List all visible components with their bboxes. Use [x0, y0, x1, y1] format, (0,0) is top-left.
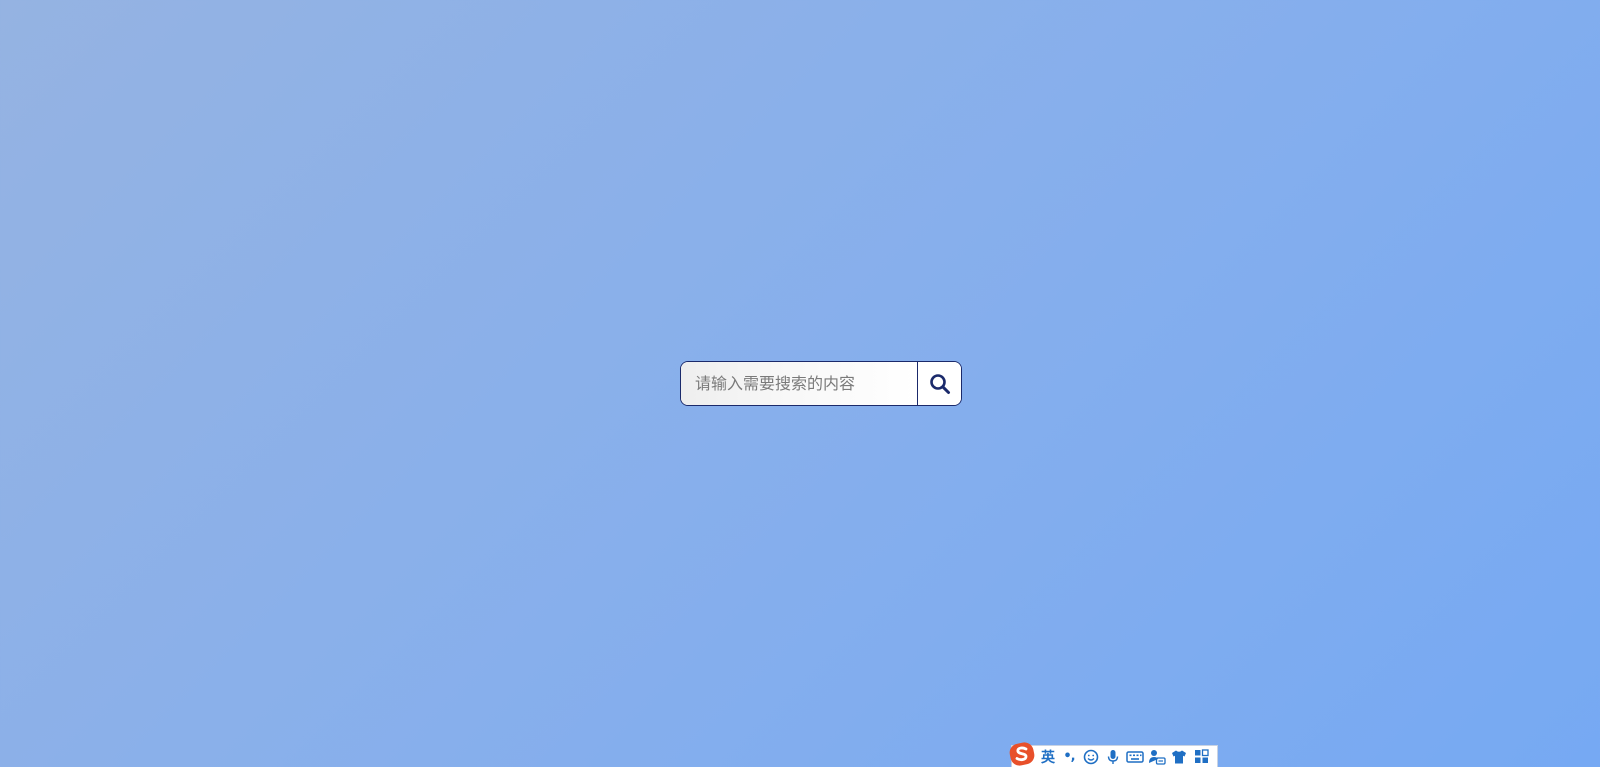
- punctuation-label: •,: [1063, 749, 1075, 764]
- ime-toolbar: 英 •,: [1009, 741, 1218, 767]
- search-box: [680, 361, 962, 406]
- sogou-logo-icon[interactable]: [1008, 740, 1036, 767]
- search-icon: [929, 373, 950, 394]
- skin-shirt-icon: [1172, 750, 1186, 763]
- emoji-button[interactable]: [1080, 747, 1102, 767]
- user-voice-icon: [1149, 749, 1166, 765]
- soft-keyboard-button[interactable]: [1124, 747, 1146, 767]
- search-input[interactable]: [681, 362, 917, 405]
- keyboard-icon: [1126, 750, 1144, 763]
- ime-language-toggle[interactable]: 英: [1038, 747, 1058, 767]
- toolbox-button[interactable]: [1190, 747, 1212, 767]
- search-button[interactable]: [917, 362, 961, 405]
- user-center-button[interactable]: [1146, 747, 1168, 767]
- skin-button[interactable]: [1168, 747, 1190, 767]
- toolbox-grid-icon: [1194, 749, 1209, 763]
- voice-input-button[interactable]: [1102, 747, 1124, 767]
- punctuation-toggle[interactable]: •,: [1058, 747, 1080, 767]
- emoji-icon: [1083, 749, 1099, 764]
- microphone-icon: [1107, 749, 1119, 764]
